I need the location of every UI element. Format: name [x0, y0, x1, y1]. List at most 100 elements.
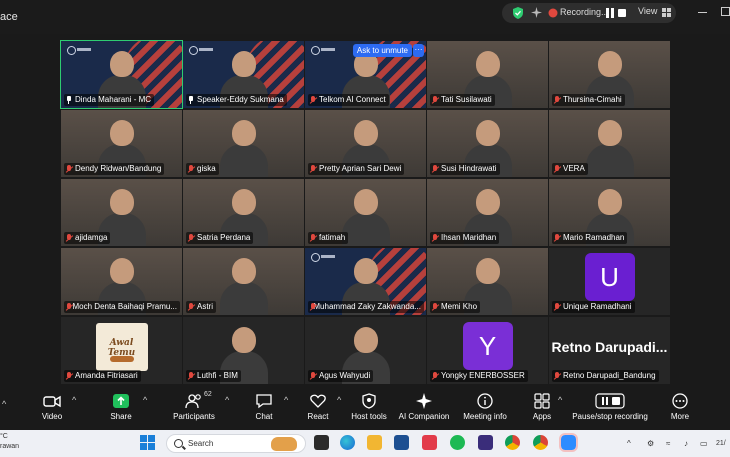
ask-to-unmute-button[interactable]: Ask to unmute	[352, 44, 412, 57]
participant-video-tile[interactable]: Agus Wahyudi	[305, 317, 426, 384]
chat-button[interactable]: Chat	[250, 393, 278, 427]
participant-video-tile[interactable]: Satria Perdana	[183, 179, 304, 246]
muted-mic-icon	[554, 234, 560, 242]
participant-name: Dinda Maharani - MC	[75, 95, 152, 104]
meeting-info-button[interactable]: Meeting info	[460, 393, 510, 427]
participant-video-tile[interactable]: Pretty Aprian Sari Dewi	[305, 110, 426, 177]
participant-video-tile[interactable]: Muhammad Zaky Zakwanda...	[305, 248, 426, 315]
participant-video-tile[interactable]: Tati Susilawati	[427, 41, 548, 108]
edge-browser-icon[interactable]	[340, 435, 355, 450]
participants-options-caret-icon[interactable]	[225, 395, 231, 405]
apps-button[interactable]: Apps	[530, 393, 554, 427]
pause-recording-icon[interactable]	[606, 8, 614, 18]
participant-name-tag: Luthfi - BIM	[186, 370, 241, 382]
share-options-caret-icon[interactable]	[143, 395, 149, 405]
participant-name-tag: Unique Ramadhani	[552, 301, 635, 313]
react-button[interactable]: React	[304, 393, 332, 427]
maximize-window-icon[interactable]	[721, 7, 730, 16]
cloud-recording-icon	[548, 8, 558, 18]
participant-video-tile[interactable]: Ihsan Maridhan	[427, 179, 548, 246]
tile-more-options-icon[interactable]: ···	[413, 44, 424, 57]
react-label: React	[307, 412, 329, 421]
more-button[interactable]: More	[666, 393, 694, 427]
muted-mic-icon	[554, 96, 560, 104]
participant-video-tile[interactable]: Luthfi - BIM	[183, 317, 304, 384]
participant-video-tile[interactable]: Dinda Maharani - MC	[60, 40, 183, 109]
participant-video-tile[interactable]: Thursina-Cimahi	[549, 41, 670, 108]
participant-video-tile[interactable]: U Unique Ramadhani	[549, 248, 670, 315]
muted-mic-icon	[554, 372, 560, 380]
virtual-background-logo-icon	[67, 46, 91, 55]
participant-name-tag: VERA	[552, 163, 588, 175]
minimize-window-icon[interactable]	[698, 12, 707, 13]
participant-face	[475, 51, 500, 77]
spotlight-pin-icon	[66, 96, 72, 104]
chat-options-caret-icon[interactable]	[284, 395, 290, 405]
clock-time[interactable]: 21/	[716, 440, 726, 447]
host-tools-button[interactable]: Host tools	[348, 393, 390, 427]
video-options-caret-icon[interactable]	[72, 395, 78, 405]
participant-video-tile[interactable]: Retno Darupadi... Retno Darupadi_Bandung	[549, 317, 670, 384]
muted-mic-icon	[554, 165, 560, 173]
host-tools-shield-icon	[362, 393, 376, 409]
react-options-caret-icon[interactable]	[337, 395, 343, 405]
chrome-icon[interactable]	[505, 435, 520, 450]
ai-companion-button[interactable]: AI Companion	[398, 393, 450, 427]
ai-sparkle-icon[interactable]	[531, 7, 542, 18]
video-button[interactable]: Video	[38, 393, 66, 427]
windows-start-icon[interactable]	[140, 435, 155, 450]
pause-stop-recording-label: Pause/stop recording	[572, 412, 648, 421]
view-button[interactable]: View	[638, 6, 671, 17]
participant-video-tile[interactable]: Memi Kho	[427, 248, 548, 315]
muted-mic-icon	[66, 165, 72, 173]
pause-stop-recording-button[interactable]: Pause/stop recording	[570, 393, 650, 427]
taskbar-search[interactable]: Search	[166, 434, 306, 453]
participant-video-tile[interactable]: Moch Denta Baihaqi Pramu...	[61, 248, 182, 315]
task-view-icon[interactable]	[314, 435, 329, 450]
participant-video-tile[interactable]: Astri	[183, 248, 304, 315]
stop-recording-icon[interactable]	[618, 9, 626, 17]
participant-video-tile[interactable]: ajidamga	[61, 179, 182, 246]
participant-figure	[585, 144, 634, 177]
file-explorer-icon[interactable]	[367, 435, 382, 450]
search-placeholder: Search	[188, 439, 214, 448]
participant-video-tile[interactable]: VERA	[549, 110, 670, 177]
participant-video-tile[interactable]: Mario Ramadhan	[549, 179, 670, 246]
audio-options-caret-icon[interactable]	[2, 399, 8, 409]
app-red-icon[interactable]	[422, 435, 437, 450]
participant-face	[109, 120, 134, 146]
participant-video-tile[interactable]: Y Yongky ENERBOSSER	[427, 317, 548, 384]
participant-video-tile[interactable]: Dendy Ridwan/Bandung	[61, 110, 182, 177]
participant-video-tile[interactable]: fatimah	[305, 179, 426, 246]
wifi-icon[interactable]: ≈	[666, 439, 670, 448]
tray-overflow-icon[interactable]: ^	[627, 439, 631, 448]
participant-name-tag: Amanda Fitriasari	[64, 370, 141, 382]
participant-name-tag: Astri	[186, 301, 216, 313]
audio-caret[interactable]	[0, 393, 10, 427]
share-button[interactable]: Share	[106, 393, 136, 427]
participant-video-tile[interactable]: Awal Temu Amanda Fitriasari	[61, 317, 182, 384]
participant-video-tile[interactable]: Susi Hindrawati	[427, 110, 548, 177]
weather-widget[interactable]: °C rawan	[0, 432, 19, 452]
chrome-profile-icon[interactable]	[533, 435, 548, 450]
zoom-app-icon[interactable]	[559, 433, 578, 452]
participants-button[interactable]: 62 Participants	[170, 391, 218, 427]
participant-video-tile[interactable]: Speaker-Eddy Sukmana	[183, 41, 304, 108]
pause-stop-recording-icon	[595, 393, 625, 409]
participant-name: Yongky ENERBOSSER	[441, 371, 525, 380]
apps-options-caret-icon[interactable]	[558, 395, 564, 405]
battery-icon[interactable]: ▭	[700, 439, 708, 448]
participant-video-tile[interactable]: giska	[183, 110, 304, 177]
participant-name: Muhammad Zaky Zakwanda...	[313, 302, 421, 311]
encryption-shield-icon[interactable]	[512, 7, 524, 19]
weather-temp: °C	[0, 433, 8, 440]
tray-app-icon[interactable]: ⚙	[647, 439, 654, 448]
store-icon[interactable]	[394, 435, 409, 450]
participant-video-tile[interactable]: Ask to unmute ··· Telkom AI Connect	[305, 41, 426, 108]
spotify-icon[interactable]	[450, 435, 465, 450]
awal-temu-logo: Awal Temu	[95, 323, 148, 371]
volume-icon[interactable]: ♪	[684, 439, 688, 448]
slash-app-icon[interactable]	[478, 435, 493, 450]
coffee-cup-icon	[109, 356, 134, 362]
muted-mic-icon	[310, 96, 316, 104]
